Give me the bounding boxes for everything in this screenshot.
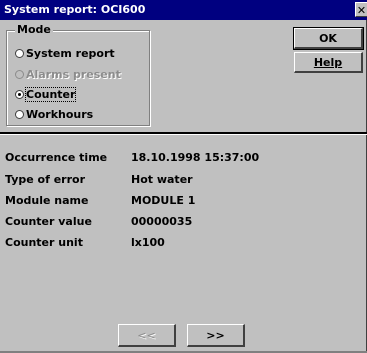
detail-label: Module name <box>5 194 89 207</box>
radio-alarms-present-label: Alarms present <box>26 68 121 81</box>
next-button[interactable]: >> <box>187 324 245 347</box>
detail-row-type-of-error: Type of error Hot water <box>5 173 193 187</box>
detail-label: Type of error <box>5 173 85 186</box>
detail-row-module-name: Module name MODULE 1 <box>5 194 195 208</box>
mode-groupbox: Mode System report Alarms present Counte… <box>6 23 150 126</box>
detail-value: Hot water <box>131 173 193 186</box>
help-button[interactable]: Help <box>294 52 363 73</box>
radio-counter[interactable]: Counter <box>15 87 77 102</box>
radio-checked-icon <box>15 90 24 99</box>
system-report-dialog: System report: OCI600 ✕ Mode System repo… <box>0 0 367 353</box>
radio-icon <box>15 49 24 58</box>
detail-value: 18.10.1998 15:37:00 <box>131 151 260 164</box>
detail-row-counter-unit: Counter unit lx100 <box>5 236 165 250</box>
previous-button: << <box>118 324 176 347</box>
radio-system-report-label: System report <box>26 47 115 60</box>
window-title: System report: OCI600 <box>4 3 146 16</box>
close-icon: ✕ <box>356 4 367 17</box>
radio-icon <box>15 110 24 119</box>
detail-value: lx100 <box>131 236 165 249</box>
detail-row-counter-value: Counter value 00000035 <box>5 215 192 229</box>
title-bar[interactable]: System report: OCI600 ✕ <box>0 0 367 20</box>
radio-workhours[interactable]: Workhours <box>15 108 93 122</box>
detail-row-occurrence-time: Occurrence time 18.10.1998 15:37:00 <box>5 151 259 165</box>
detail-label: Occurrence time <box>5 151 108 164</box>
detail-value: 00000035 <box>131 215 193 228</box>
radio-workhours-label: Workhours <box>26 108 94 121</box>
detail-label: Counter unit <box>5 236 83 249</box>
radio-counter-label: Counter <box>24 87 77 102</box>
close-button[interactable]: ✕ <box>355 2 367 17</box>
separator-line <box>0 132 367 135</box>
mode-legend: Mode <box>15 23 53 37</box>
radio-alarms-present: Alarms present <box>15 68 121 82</box>
detail-label: Counter value <box>5 215 92 228</box>
ok-button[interactable]: OK <box>293 27 364 50</box>
radio-system-report[interactable]: System report <box>15 47 115 61</box>
radio-icon <box>15 70 24 79</box>
detail-value: MODULE 1 <box>131 194 196 207</box>
